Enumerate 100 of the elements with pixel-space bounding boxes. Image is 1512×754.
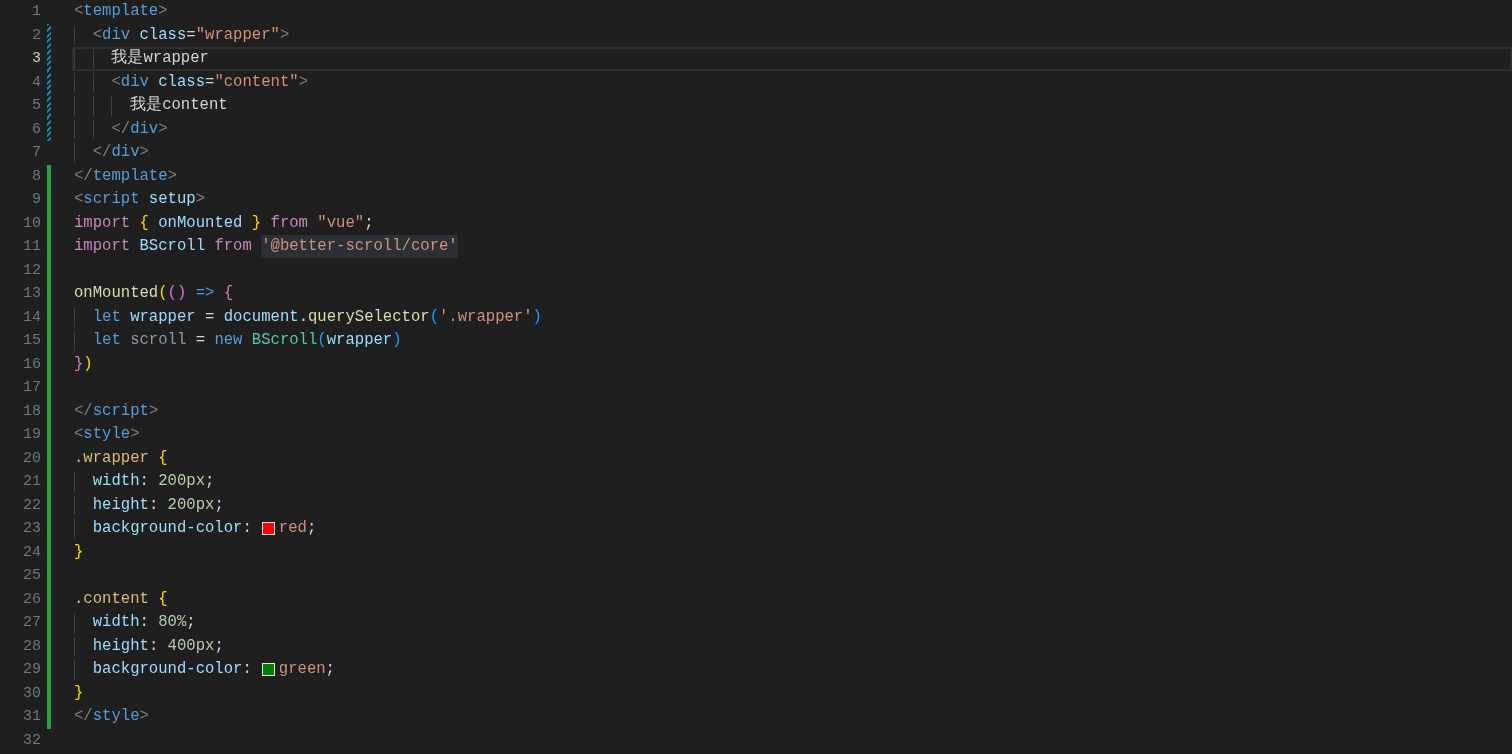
line-number: 13 (22, 286, 41, 302)
bracket: { (138, 212, 149, 234)
variable: onMounted (157, 212, 243, 234)
tag-name: style (83, 424, 131, 446)
line-number: 4 (31, 74, 41, 90)
code-text: 我是wrapper (110, 48, 209, 70)
line-number: 27 (22, 615, 41, 631)
tag-bracket: > (279, 24, 290, 46)
code-text: ; (214, 635, 224, 657)
code-text: ; (325, 659, 335, 681)
css-property: width (91, 471, 140, 493)
tag-name: div (111, 142, 140, 164)
line-number: 22 (22, 497, 41, 513)
bracket: ) (392, 330, 402, 352)
line-number: 14 (22, 309, 41, 325)
line-number: 5 (31, 98, 41, 114)
tag-name: div (130, 118, 159, 140)
code-text: : (139, 471, 149, 493)
css-property: width (91, 612, 140, 634)
bracket: { (222, 283, 234, 305)
keyword: from (269, 212, 308, 234)
tag-name: template (83, 1, 159, 23)
string-literal: "content" (214, 71, 299, 93)
tag-bracket: < (91, 24, 103, 46)
variable: document (222, 306, 299, 328)
string-literal: green (278, 659, 326, 681)
bracket: { (157, 588, 168, 610)
tag-bracket: > (298, 71, 308, 93)
class-name: BScroll (250, 330, 318, 352)
code-text: : (148, 635, 159, 657)
keyword: => (194, 283, 215, 305)
css-property: background-color (91, 518, 243, 540)
line-number: 24 (22, 544, 41, 560)
variable: BScroll (138, 236, 206, 258)
css-value: 400px (166, 635, 215, 657)
line-number: 32 (22, 732, 41, 748)
bracket: ( (429, 306, 439, 328)
tag-bracket: > (148, 400, 159, 422)
bracket: ( (317, 330, 327, 352)
line-number: 31 (22, 709, 41, 725)
line-number: 8 (31, 168, 41, 184)
line-number: 12 (22, 262, 41, 278)
attribute-name: class (138, 24, 187, 46)
line-number: 20 (22, 450, 41, 466)
css-value: 80% (157, 612, 187, 634)
tag-name: div (120, 71, 149, 93)
line-number: 18 (22, 403, 41, 419)
bracket: () (167, 283, 187, 305)
tag-name: style (92, 706, 140, 728)
tag-bracket: > (167, 165, 177, 187)
line-number: 10 (22, 215, 41, 231)
bracket: } (74, 353, 84, 375)
tag-name: script (92, 400, 149, 422)
tag-bracket: </ (74, 400, 93, 422)
css-selector: .wrapper (74, 447, 149, 469)
bracket: ) (83, 353, 93, 375)
line-number: 3 (31, 51, 41, 67)
tag-bracket: > (139, 706, 149, 728)
attribute-name: class (157, 71, 206, 93)
tag-bracket: < (74, 189, 84, 211)
code-text: = (204, 306, 215, 328)
line-number: 9 (31, 192, 41, 208)
tag-bracket: < (74, 1, 84, 23)
code-text: . (298, 306, 308, 328)
line-number: 16 (22, 356, 41, 372)
code-text: : (242, 659, 252, 681)
line-number: 30 (22, 685, 41, 701)
code-text: : (148, 494, 159, 516)
line-number: 2 (31, 27, 41, 43)
variable: scroll (129, 330, 187, 352)
tag-bracket: > (158, 1, 168, 23)
string-literal: '@better-scroll/core' (261, 235, 458, 259)
code-text: 我是content (129, 95, 228, 117)
keyword: let (91, 330, 121, 352)
css-value: 200px (166, 494, 215, 516)
css-value: 200px (157, 471, 206, 493)
code-text: : (242, 518, 252, 540)
color-swatch[interactable] (261, 663, 275, 677)
keyword: import (74, 212, 131, 234)
line-number: 28 (22, 638, 41, 654)
line-number: 6 (31, 121, 41, 137)
code-text: = (186, 24, 196, 46)
line-number: 11 (22, 239, 41, 255)
keyword: from (213, 236, 252, 258)
color-swatch[interactable] (261, 522, 275, 536)
code-text: ; (186, 612, 196, 634)
function-name: querySelector (308, 306, 430, 328)
bracket: ( (158, 283, 168, 305)
tag-bracket: < (110, 71, 121, 93)
tag-bracket: > (139, 142, 149, 164)
attribute-name: setup (147, 189, 196, 211)
bracket: } (250, 212, 262, 234)
tag-bracket: > (158, 118, 168, 140)
keyword: import (74, 236, 131, 258)
string-literal: "wrapper" (195, 24, 280, 46)
code-text: ; (306, 518, 317, 540)
code-text: : (139, 612, 149, 634)
keyword: let (91, 306, 121, 328)
tag-bracket: > (130, 424, 140, 446)
function-name: onMounted (74, 283, 159, 305)
